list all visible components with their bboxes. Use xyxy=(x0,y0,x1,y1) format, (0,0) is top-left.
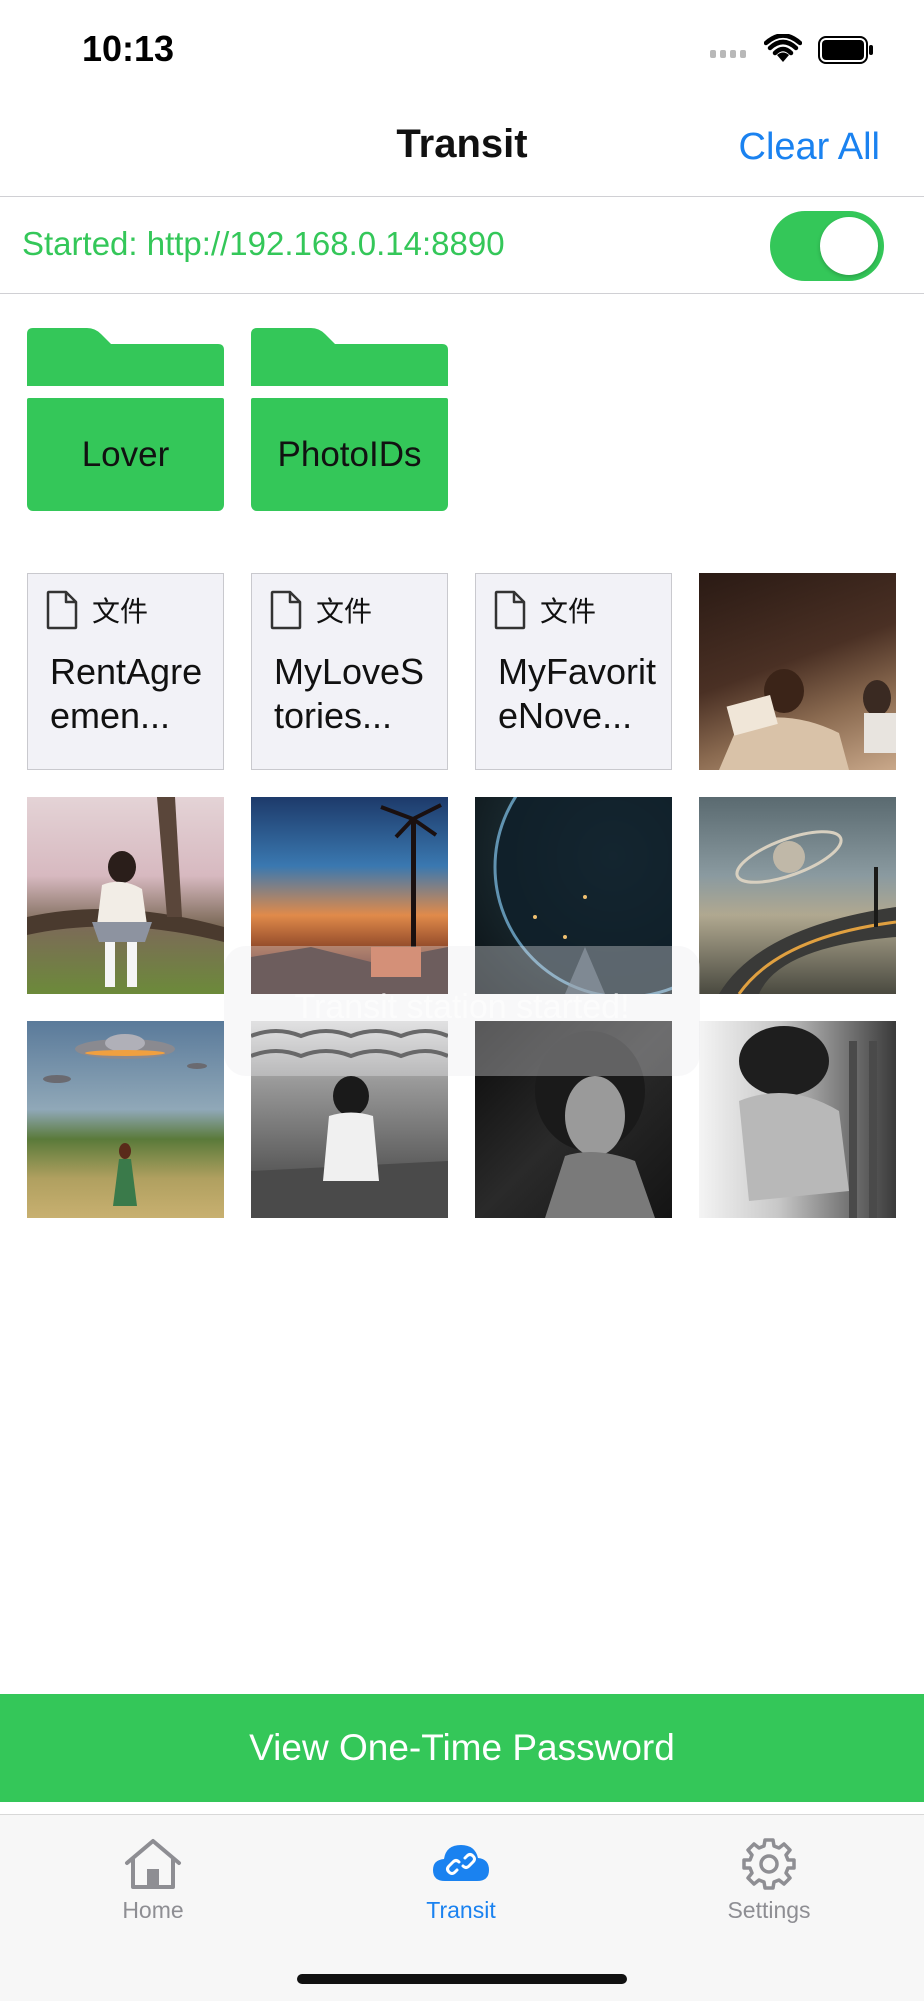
toast-text: Transit station started! xyxy=(294,988,630,1026)
file-name: RentAgreemen... xyxy=(50,651,203,736)
toggle-knob xyxy=(820,217,878,275)
tab-label: Settings xyxy=(727,1897,811,1923)
house-icon xyxy=(125,1839,181,1889)
folder-icon xyxy=(251,328,448,386)
cellular-signal-icon xyxy=(710,50,746,58)
file-type-row: 文件 xyxy=(270,590,372,630)
battery-icon xyxy=(818,36,873,64)
file-name: MyLoveStories... xyxy=(274,651,425,736)
gear-icon xyxy=(742,1838,796,1890)
status-time: 10:13 xyxy=(82,28,175,69)
server-status-text: Started: http://192.168.0.14:8890 xyxy=(22,225,505,262)
photo-bw-curly-hair-sitting[interactable] xyxy=(699,1021,896,1218)
folder-item[interactable]: PhotoIDs xyxy=(251,328,448,518)
cloud-link-icon xyxy=(433,1845,489,1881)
tab-bar: Home Transit Settings xyxy=(0,1814,924,2001)
tab-transit[interactable]: Transit xyxy=(361,1837,561,1924)
photo-coastal-road-planet-icon xyxy=(719,830,896,994)
photo-bw-curly-hair-sitting-icon xyxy=(739,1026,877,1218)
photo-ufo-field-girl-icon xyxy=(43,1034,207,1206)
photo-girl-cherry-blossom-tree[interactable] xyxy=(27,797,224,994)
folder-icon xyxy=(27,328,224,386)
tab-label: Transit xyxy=(426,1897,496,1923)
photo-ufo-field-girl[interactable] xyxy=(27,1021,224,1218)
file-type-row: 文件 xyxy=(46,590,148,630)
folder-item[interactable]: Lover xyxy=(27,328,224,518)
file-item[interactable]: 文件 MyFavoriteNove... xyxy=(475,573,672,770)
document-icon xyxy=(46,590,78,630)
file-item[interactable]: 文件 RentAgreemen... xyxy=(27,573,224,770)
photo-woman-reading-bed[interactable] xyxy=(699,573,896,770)
file-type-label: 文件 xyxy=(316,596,373,627)
photo-girl-cherry-blossom-tree-icon xyxy=(27,797,224,987)
document-icon xyxy=(270,590,302,630)
folder-label: Lover xyxy=(27,398,224,511)
tab-home[interactable]: Home xyxy=(53,1837,253,1924)
wifi-icon xyxy=(764,34,802,62)
photo-woman-reading-bed-icon xyxy=(719,669,896,770)
file-type-label: 文件 xyxy=(540,596,597,627)
document-icon xyxy=(494,590,526,630)
toast-notification: Transit station started! xyxy=(224,946,700,1076)
file-type-label: 文件 xyxy=(92,596,149,627)
photo-coastal-road-planet[interactable] xyxy=(699,797,896,994)
server-status-row: Started: http://192.168.0.14:8890 xyxy=(0,197,924,294)
tab-label: Home xyxy=(122,1897,184,1923)
navigation-bar: Transit Clear All xyxy=(0,100,924,197)
status-bar: 10:13 xyxy=(0,0,924,100)
file-item[interactable]: 文件 MyLoveStories... xyxy=(251,573,448,770)
tab-settings[interactable]: Settings xyxy=(669,1837,869,1924)
folder-label: PhotoIDs xyxy=(251,398,448,511)
file-name: MyFavoriteNove... xyxy=(498,651,657,736)
file-type-row: 文件 xyxy=(494,590,596,630)
server-toggle[interactable] xyxy=(770,211,884,281)
view-one-time-password-button[interactable]: View One-Time Password xyxy=(0,1694,924,1802)
home-indicator xyxy=(297,1974,627,1984)
clear-all-button[interactable]: Clear All xyxy=(739,126,881,169)
